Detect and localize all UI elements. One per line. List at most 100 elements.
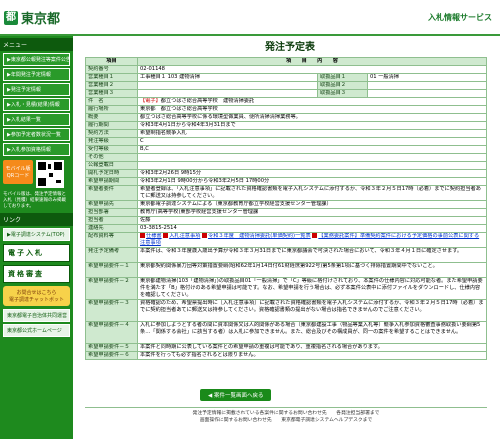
sub-label-1: 取扱品目１ (317, 73, 368, 82)
row-value: 令和3年4月1日から令和4年3月31日まで (137, 121, 487, 130)
contract-no-label: 契約番号 (85, 65, 138, 74)
row-value: C (137, 137, 487, 146)
pdf-icon (140, 233, 145, 238)
logo-text: 東京都 (21, 12, 61, 27)
mobile-qr-area: モバイル版 QRコード (3, 160, 70, 188)
row-label: 希望申請期間 (85, 177, 138, 186)
biz-label-2: 営業種目２ (85, 81, 138, 90)
sidebar-item-qualification[interactable]: ▶入札参加資格情報 (3, 143, 70, 156)
row-label: 契約方法 (85, 129, 138, 138)
footer-line-2: 画面操作に関するお問い合わせ先 東京都電子調達システムヘルプデスクまで (199, 418, 373, 423)
sidebar-link-title: リンク (0, 213, 73, 226)
note-value: 本案件は、令和３年度歳入歳出予算が令和３年３月31日までに東京都議会で可決された… (137, 247, 487, 263)
chatbot-sub: 電子調達チャットボット (9, 297, 64, 303)
sub-value-2 (367, 81, 487, 90)
sidebar-menu-title: メニュー (0, 38, 73, 51)
row-label: 開札予定日時 (85, 169, 138, 178)
e-bid-button[interactable]: 電子入札 (3, 244, 70, 262)
sub-value-1: 01 一般清掃 (367, 73, 487, 82)
row-value (137, 161, 487, 170)
back-to-list-button[interactable]: ◀ 案件一覧画面へ戻る (200, 389, 272, 401)
tokyo-logo-icon: 都 (4, 10, 18, 25)
sidebar-item-participants[interactable]: ▶参加予定者数状況一覧 (3, 128, 70, 141)
attach-link-spec[interactable]: 仕様書 (146, 234, 162, 240)
row-value: 令和3年2月26日 9時15分 (137, 169, 487, 178)
row-value-subject: 【電子】都立つばさ総合高等学校 建物清掃委託 (137, 97, 487, 106)
mobile-note: モバイル版は、発注予定情報と入札（見積）結果速報のみ掲載しております。 (3, 192, 66, 209)
footer-line-1: 発注予定情報に掲載されている各案件に関するお問い合わせ先 各発注担当部署まで (192, 411, 380, 416)
biz-label-3: 営業種目３ (85, 89, 138, 98)
qualification-button[interactable]: 資格審査 (3, 265, 70, 283)
row-label-subject: 件 名 (85, 97, 138, 106)
footer: 発注予定情報に掲載されている各案件に関するお問い合わせ先 各発注担当部署まで 画… (85, 407, 487, 424)
row-value (137, 153, 487, 162)
row-value: B,C (137, 145, 487, 154)
note-label: 希望申請要件－４ (85, 321, 138, 344)
header-content: 項 目 内 容 (137, 57, 487, 66)
pdf-icon (312, 233, 318, 238)
row-value: 都立つばさ総合高等学校に係る環境型做業員、便所清掃清掃業務等。 (137, 113, 487, 122)
attach-label: 配布資料等 (85, 232, 138, 248)
note-value: 資格確認のため、希望票提出時に［入札注意事項］に記載された資格確認書類を電子入札… (137, 299, 487, 322)
biz-label-1: 営業種目１ (85, 73, 138, 82)
sidebar-item-result-list[interactable]: ▶入札結果一覧 (3, 113, 70, 126)
row-value: 03-3815-2514 (137, 224, 487, 233)
biz-value-1: 工事種目１ 103 建物清掃 (137, 73, 318, 82)
main-content: 発注予定表 項目 項 目 内 容 契約番号 02-01148 営業種目１ 工事種… (85, 36, 495, 360)
note-label: 希望申請要件－１ (85, 262, 138, 278)
note-value: 本案件を行っても必ず指名されるとは限りません。 (137, 351, 487, 360)
row-label: 履行場所 (85, 105, 138, 114)
biz-value-2 (137, 81, 318, 90)
contract-no-value: 02-01148 (137, 65, 487, 74)
row-label: 履行期間 (85, 121, 138, 130)
qr-code-icon (36, 160, 64, 188)
chatbot-button[interactable]: お問合せはこちら 電子調達チャットボット (3, 286, 70, 306)
sidebar-link-official[interactable]: 東京都公式ホームページ (3, 324, 70, 337)
row-label: 概要 (85, 113, 138, 122)
row-value: 東京都電子調達システムによる（東京都教育庁都立学校経営支援センター管理課） (137, 200, 487, 209)
sub-label-3: 取扱品目３ (317, 89, 368, 98)
row-value: 希望制指名競争入札 (137, 129, 487, 138)
attach-link-list[interactable]: 令和３年度 建物清掃委託(単価契約)一覧表 (208, 234, 311, 240)
pdf-icon (202, 233, 208, 238)
biz-value-3 (137, 89, 318, 98)
mobile-sub: QRコード (6, 173, 30, 179)
pdf-icon (163, 233, 169, 238)
note-value: 入札に参加しようとする者の間に資本関係又は人的関係がある場合（東京都建設工事（物… (137, 321, 487, 344)
row-value: 東京都 都立つばさ総合高等学校 (137, 105, 487, 114)
note-label: 発注予定備考 (85, 247, 138, 263)
row-label: 公報登載日 (85, 161, 138, 170)
row-label: その他 (85, 153, 138, 162)
row-label: 希望申請先 (85, 200, 138, 209)
note-label: 希望申請要件－５ (85, 343, 138, 352)
sub-label-2: 取扱品目２ (317, 81, 368, 90)
sidebar-item-bid-result[interactable]: ▶入札・見積(結果)情報 (3, 98, 70, 111)
mobile-button[interactable]: モバイル版 QRコード (3, 160, 33, 184)
note-label: 希望申請要件－３ (85, 299, 138, 322)
page-title: 発注予定表 (265, 42, 315, 53)
mobile-label: モバイル版 (5, 166, 31, 172)
sidebar-item-koho[interactable]: ▶東京都公報発注等案件公告 (3, 53, 70, 66)
sidebar-link-kyodo[interactable]: 東京都電子自治体共同運営 (3, 309, 70, 322)
row-label: 担当者 (85, 216, 138, 225)
row-label: 発注等級 (85, 137, 138, 146)
note-label: 希望申請要件－２ (85, 277, 138, 300)
sidebar-item-order-plan[interactable]: ▶発注予定情報 (3, 83, 70, 96)
header-item: 項目 (85, 57, 138, 66)
site-header: 都 東京都 入札情報サービス (0, 0, 500, 36)
note-label: 希望申請要件－６ (85, 351, 138, 360)
sidebar-link-top[interactable]: ▶電子調達システム(TOP) (3, 228, 70, 241)
note-value: 本案件と同時期に公表している案件との希望申請の重複は可能であり、重複指名される場… (137, 343, 487, 352)
attach-link-notes[interactable]: 入札注意事項 (169, 234, 200, 240)
sidebar: メニュー ▶東京都公報発注等案件公告 ▶年間発注予定情報 ▶発注予定情報 ▶入札… (0, 36, 73, 439)
row-label: 担当部署 (85, 208, 138, 217)
sidebar-item-annual[interactable]: ▶年間発注予定情報 (3, 68, 70, 81)
detail-table: 項目 項 目 内 容 契約番号 02-01148 営業種目１ 工事種目１ 103… (85, 57, 487, 360)
service-title: 入札情報サービス (428, 13, 492, 22)
row-label: 希望者要件 (85, 185, 138, 201)
tokyo-logo[interactable]: 都 東京都 (4, 8, 60, 27)
electronic-tag: 【電子】 (140, 98, 161, 105)
attach-files: 仕様書 入札注意事項 令和３年度 建物清掃委託(単価契約)一覧表 【業務委託案件… (137, 232, 487, 248)
note-value: 東京都建物清掃(103「建物清掃」)の取扱品目01「一般清掃」で「C」等級に格付… (137, 277, 487, 300)
sub-value-3 (367, 89, 487, 98)
